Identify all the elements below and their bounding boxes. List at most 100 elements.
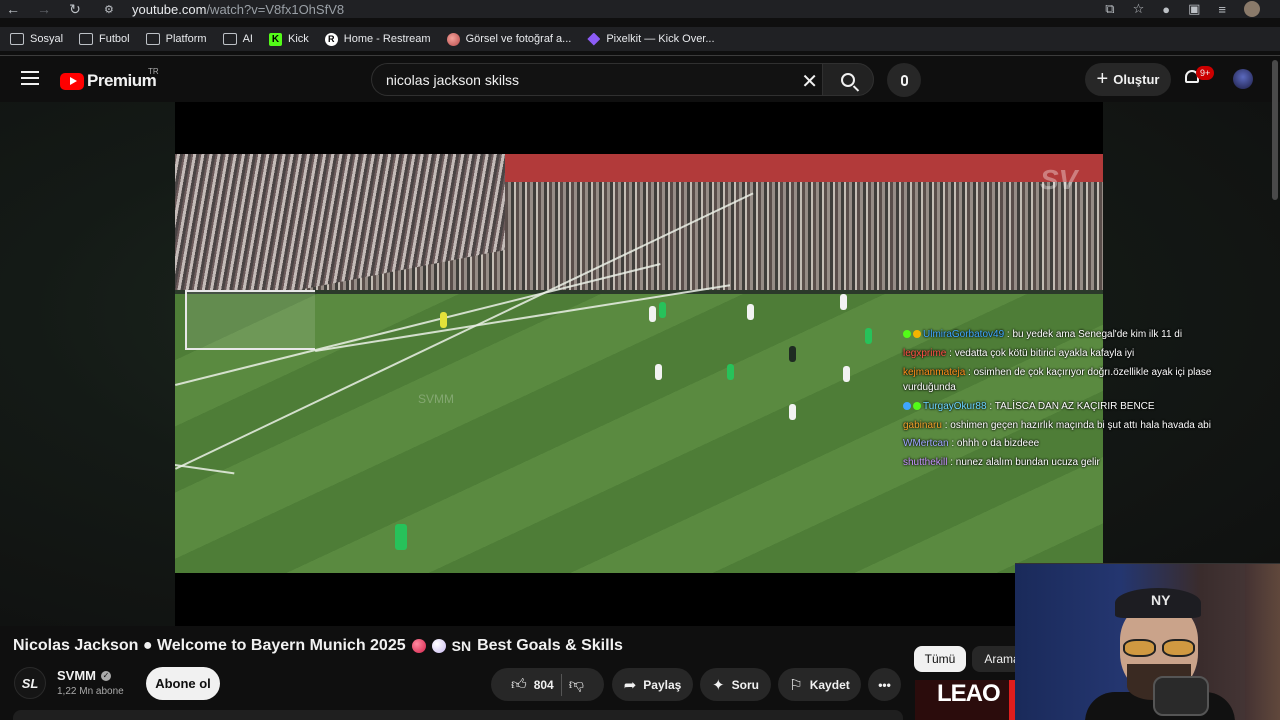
search-input[interactable]: nicolas jackson skilss ✕: [371, 63, 822, 96]
chat-text: : nunez alalım bundan ucuza gelir: [947, 456, 1100, 468]
chat-message: UlmiraGorbatov49 : bu yedek ama Senegal'…: [903, 326, 1243, 345]
goalkeeper: [440, 312, 447, 328]
bookmark-label: AI: [242, 33, 253, 45]
microphone-icon: [1153, 676, 1209, 716]
chat-text: : bu yedek ama Senegal'de kim ilk 11 di: [1004, 329, 1183, 340]
bookmark-label: Görsel ve fotoğraf a...: [465, 33, 572, 45]
image-site-icon: [446, 32, 460, 46]
chat-message: legxprime : vedatta çok kötü bitirici ay…: [903, 345, 1243, 364]
youtube-play-icon: [60, 72, 84, 90]
kick-icon: K: [268, 32, 282, 46]
stream-chat-overlay: UlmiraGorbatov49 : bu yedek ama Senegal'…: [903, 326, 1243, 472]
plus-icon: +: [1096, 68, 1109, 90]
bookmark-platform[interactable]: Platform: [145, 33, 207, 45]
chat-text: : TALİSCA DAN AZ KAÇIRIR BENCE: [986, 401, 1155, 412]
video-title-rest: Best Goals & Skills: [477, 637, 623, 654]
bookmark-gorsel[interactable]: Görsel ve fotoğraf a...: [446, 32, 572, 46]
folder-icon: [10, 33, 24, 45]
more-actions-button[interactable]: •••: [868, 668, 901, 701]
chat-message: shutthekill : nunez alalım bundan ucuza …: [903, 454, 1243, 473]
bookmark-label: Home - Restream: [343, 33, 431, 45]
chat-username: kejmanmateja: [903, 367, 966, 378]
clear-search-icon[interactable]: ✕: [801, 69, 818, 94]
bookmark-sosyal[interactable]: Sosyal: [10, 33, 63, 45]
chat-badge-icon: [903, 330, 911, 339]
player-figure: [789, 404, 796, 420]
account-avatar[interactable]: [1233, 69, 1253, 89]
site-settings-icon[interactable]: ⚙: [104, 3, 122, 16]
bookmark-icon: ⚐: [789, 676, 803, 694]
player-figure: [659, 302, 666, 318]
bookmark-pixelkit[interactable]: Pixelkit — Kick Over...: [587, 32, 715, 46]
pixelkit-icon: [587, 32, 601, 46]
bookmark-futbol[interactable]: Futbol: [79, 33, 130, 45]
folder-icon: [145, 33, 160, 45]
bookmark-kick[interactable]: K Kick: [268, 32, 309, 46]
extension-icon[interactable]: ●: [1162, 2, 1170, 17]
player-figure: [655, 364, 662, 380]
search-icon: [841, 72, 855, 87]
media-control-icon[interactable]: ≡: [1218, 2, 1226, 17]
extensions-puzzle-icon[interactable]: ▣: [1188, 1, 1200, 17]
bookmark-star-icon[interactable]: ☆: [1133, 1, 1145, 17]
search-button[interactable]: [822, 63, 874, 96]
bookmark-ai[interactable]: AI: [222, 33, 253, 45]
light-circle-emoji-icon: [431, 639, 446, 653]
notification-badge: 9+: [1196, 66, 1215, 80]
dislike-icon[interactable]: 👎︎: [569, 676, 584, 694]
player-figure: [649, 306, 656, 322]
chip-all[interactable]: Tümü: [914, 646, 966, 672]
ask-button[interactable]: ✦ Soru: [700, 668, 771, 701]
voice-search-button[interactable]: [887, 63, 921, 97]
player-figure: [747, 304, 754, 320]
like-icon[interactable]: 👍︎: [511, 676, 527, 694]
thumbnail-text: LEAO: [937, 680, 1001, 707]
channel-avatar[interactable]: SL: [14, 667, 46, 699]
bookmark-label: Platform: [165, 33, 207, 45]
browser-actions: ⧉ ☆ ● ▣ ≡: [1105, 0, 1260, 18]
youtube-premium-logo[interactable]: Premium: [60, 71, 157, 91]
menu-icon[interactable]: [21, 71, 39, 85]
chat-badge-icon: [903, 402, 911, 411]
page-scrollbar[interactable]: [1272, 60, 1278, 200]
like-dislike-group: 👍︎ 804 👎︎: [491, 668, 604, 701]
webcam-overlay: NY: [1015, 563, 1280, 720]
chat-badge-icon: [913, 402, 921, 411]
like-count[interactable]: 804: [534, 678, 554, 692]
share-icon: ➦: [623, 676, 637, 694]
channel-name-text: SVMM: [57, 668, 96, 683]
region-code: TR: [148, 67, 159, 76]
subscribe-button[interactable]: Abone ol: [146, 667, 220, 700]
address-bar[interactable]: ⚙ youtube.com/watch?v=V8fx1OhSfV8: [104, 0, 344, 18]
share-button[interactable]: ➦ Paylaş: [612, 668, 693, 701]
sparkle-icon: ✦: [712, 676, 725, 694]
description-box[interactable]: [13, 710, 903, 720]
reload-icon[interactable]: ↻: [62, 0, 88, 18]
bookmark-restream[interactable]: R Home - Restream: [324, 32, 431, 46]
divider: [0, 55, 1280, 56]
recommended-video-thumbnail[interactable]: LEAO: [915, 680, 1025, 720]
back-icon[interactable]: ←: [0, 0, 26, 18]
share-label: Paylaş: [643, 677, 682, 692]
player-figure: [843, 366, 850, 382]
player-figure: [395, 524, 407, 550]
install-app-icon[interactable]: ⧉: [1105, 1, 1114, 17]
logo-text: Premium: [87, 71, 157, 90]
browser-profile-avatar[interactable]: [1244, 1, 1260, 17]
channel-name[interactable]: SVMM ✓: [57, 668, 111, 683]
webcam-person-glasses: [1123, 639, 1195, 657]
forward-icon[interactable]: →: [31, 0, 57, 18]
folder-icon: [222, 33, 237, 45]
create-button[interactable]: + Oluştur: [1085, 63, 1171, 96]
chat-username: UlmiraGorbatov49: [923, 329, 1005, 340]
folder-icon: [79, 33, 94, 45]
search-query: nicolas jackson skilss: [386, 71, 520, 88]
channel-watermark: SV: [1040, 164, 1078, 195]
chat-message: gabinaru : oshimen geçen hazırlık maçınd…: [903, 417, 1243, 436]
video-watermark: SVMM: [418, 392, 454, 406]
bookmark-label: Sosyal: [30, 33, 64, 45]
player-figure: [789, 346, 796, 362]
red-circle-emoji-icon: [411, 639, 426, 653]
restream-icon: R: [324, 32, 338, 46]
save-button[interactable]: ⚐ Kaydet: [778, 668, 861, 701]
